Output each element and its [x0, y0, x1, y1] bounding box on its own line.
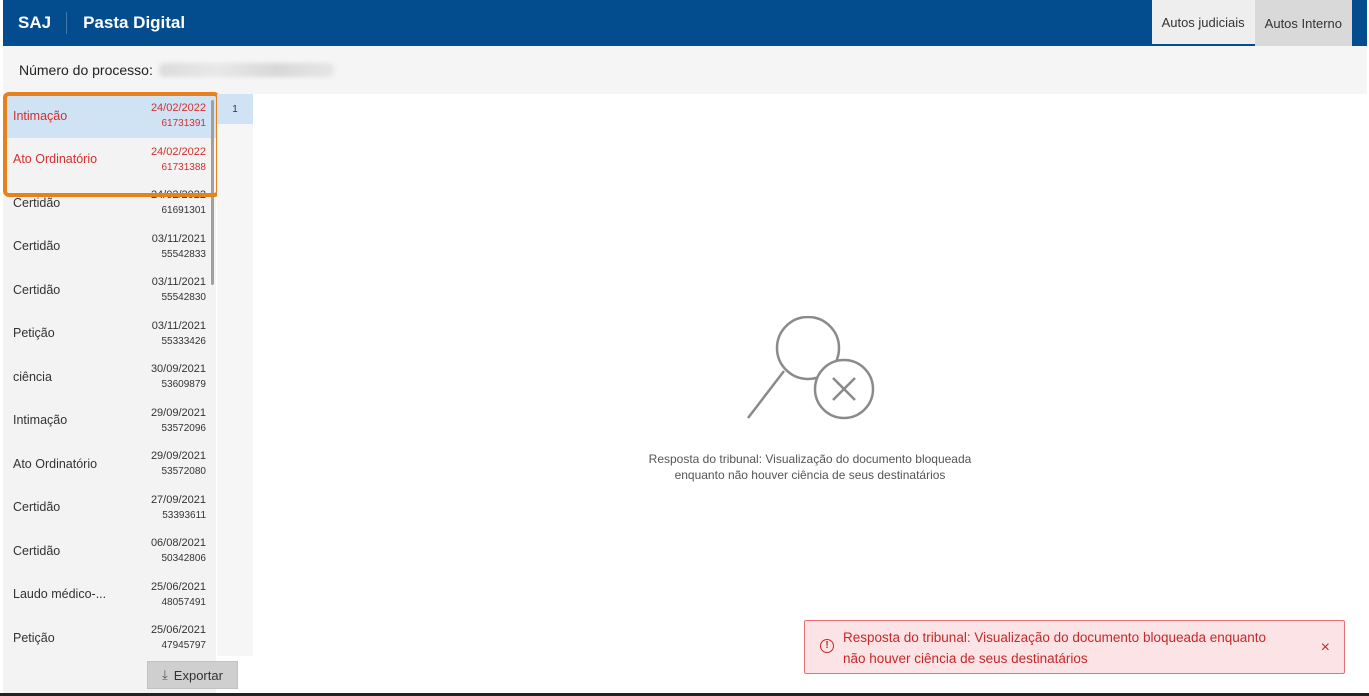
download-icon: ⤓: [162, 667, 168, 682]
document-id: 53572096: [161, 422, 207, 434]
tab-autos-judiciais[interactable]: Autos judiciais: [1151, 0, 1255, 46]
document-date: 24/02/2022: [150, 145, 206, 158]
document-meta: 30/09/2021 53609879: [151, 362, 206, 392]
document-meta: 29/09/2021 53572096: [151, 406, 206, 436]
document-list-scrollbar[interactable]: [211, 100, 214, 285]
document-date: 29/09/2021: [150, 406, 206, 419]
document-id: 53609879: [161, 379, 207, 390]
document-meta: 24/02/2022 61731391: [151, 101, 206, 131]
document-id: 53393611: [162, 509, 206, 521]
document-item[interactable]: Certidão 24/02/2022 61691301: [3, 181, 216, 225]
page-list: 1: [217, 94, 253, 656]
document-item[interactable]: Ato Ordinatório 29/09/2021 53572080: [3, 442, 216, 486]
document-id: 50342806: [161, 553, 207, 564]
document-item[interactable]: Certidão 27/09/2021 53393611: [3, 486, 216, 530]
document-title: Intimação: [13, 108, 68, 123]
document-meta: 25/06/2021 48057491: [151, 580, 206, 610]
document-date: 03/11/2021: [151, 276, 206, 288]
document-date: 29/09/2021: [150, 450, 206, 462]
toast-message-line1: Resposta do tribunal: Visualização do do…: [843, 630, 1267, 645]
document-date: 24/02/2022: [150, 189, 206, 201]
document-title: Ato Ordinatório: [13, 456, 98, 471]
document-id: 61731391: [161, 118, 207, 129]
document-item[interactable]: Laudo médico-... 25/06/2021 48057491: [3, 573, 216, 617]
document-meta: 03/11/2021 55542830: [152, 275, 206, 305]
document-id: 55333426: [161, 335, 207, 347]
document-meta: 29/09/2021 53572080: [151, 449, 206, 479]
document-title: Petição: [13, 630, 55, 645]
document-meta: 25/06/2021 47945797: [151, 623, 206, 653]
document-date: 30/09/2021: [150, 363, 206, 375]
document-id: 61731388: [161, 161, 207, 173]
process-number-value-redacted: [158, 63, 334, 77]
document-meta: 03/11/2021 55333426: [152, 319, 206, 349]
document-id: 48057491: [161, 596, 207, 608]
process-number-label: Número do processo:: [19, 62, 153, 78]
blocked-message-line1: Resposta do tribunal: Visualização do do…: [648, 452, 972, 466]
export-label: Exportar: [173, 667, 223, 683]
document-title: Petição: [13, 326, 55, 341]
toast-message: Resposta do tribunal: Visualização do do…: [843, 627, 1303, 669]
document-title: Certidão: [13, 239, 61, 254]
app-title: Pasta Digital: [83, 13, 186, 32]
process-number-bar: Número do processo:: [3, 46, 1367, 94]
document-meta: 06/08/2021 50342806: [151, 536, 206, 566]
document-date: 03/11/2021: [151, 319, 206, 332]
document-id: 61691301: [161, 205, 207, 216]
document-date: 27/09/2021: [150, 493, 206, 506]
document-meta: 24/02/2022 61691301: [151, 188, 206, 218]
document-item[interactable]: Certidão 06/08/2021 50342806: [3, 529, 216, 573]
document-item[interactable]: Ato Ordinatório 24/02/2022 61731388: [3, 138, 216, 182]
document-item[interactable]: ciência 30/09/2021 53609879: [3, 355, 216, 399]
document-meta: 24/02/2022 61731388: [151, 145, 206, 175]
document-item[interactable]: Intimação 29/09/2021 53572096: [3, 399, 216, 443]
document-title: Certidão: [13, 195, 61, 210]
document-meta: 03/11/2021 55542833: [152, 232, 206, 262]
tab-autos-interno[interactable]: Autos Interno: [1254, 0, 1352, 46]
document-date: 06/08/2021: [150, 537, 206, 549]
export-button[interactable]: ⤓ Exportar: [147, 661, 238, 689]
view-tabs: Autos judiciais Autos Interno: [1151, 0, 1352, 46]
document-title: Intimação: [13, 413, 68, 428]
document-id: 55542833: [161, 248, 207, 260]
page-item-1[interactable]: 1: [217, 94, 253, 124]
document-meta: 27/09/2021 53393611: [151, 493, 206, 523]
document-id: 47945797: [161, 640, 207, 651]
document-title: Certidão: [13, 500, 61, 515]
document-title: Ato Ordinatório: [13, 152, 98, 167]
blocked-message-line2: enquanto não houver ciência de seus dest…: [674, 468, 946, 482]
document-item[interactable]: Intimação 24/02/2022 61731391: [3, 94, 216, 138]
document-date: 24/02/2022: [150, 102, 206, 114]
document-id: 53572080: [161, 466, 207, 477]
document-item[interactable]: Petição 03/11/2021 55333426: [3, 312, 216, 356]
document-item[interactable]: Petição 25/06/2021 47945797: [3, 616, 216, 660]
document-title: ciência: [13, 369, 52, 384]
blocked-message: Resposta do tribunal: Visualização do do…: [620, 451, 1000, 483]
document-date: 25/06/2021: [150, 580, 206, 593]
alert-circle-icon: !: [820, 639, 834, 653]
document-title: Certidão: [13, 543, 61, 558]
document-id: 55542830: [161, 292, 207, 303]
pasta-digital-window: SAJ Pasta Digital Autos judiciais Autos …: [0, 0, 1369, 696]
close-icon[interactable]: ×: [1321, 637, 1330, 658]
document-date: 03/11/2021: [151, 232, 206, 245]
error-toast: ! Resposta do tribunal: Visualização do …: [804, 620, 1345, 674]
search-blocked-icon: [747, 316, 875, 420]
document-title: Certidão: [13, 282, 61, 297]
document-item[interactable]: Certidão 03/11/2021 55542833: [3, 225, 216, 269]
app-header: SAJ Pasta Digital Autos judiciais Autos …: [3, 0, 1367, 46]
document-item[interactable]: Certidão 03/11/2021 55542830: [3, 268, 216, 312]
brand-logo[interactable]: SAJ: [3, 13, 66, 33]
document-list: Intimação 24/02/2022 61731391 Ato Ordinatór…: [3, 94, 216, 696]
document-title: Laudo médico-...: [13, 587, 107, 602]
toast-message-line2: não houver ciência de seus destinatários: [843, 651, 1088, 666]
document-date: 25/06/2021: [150, 624, 206, 636]
